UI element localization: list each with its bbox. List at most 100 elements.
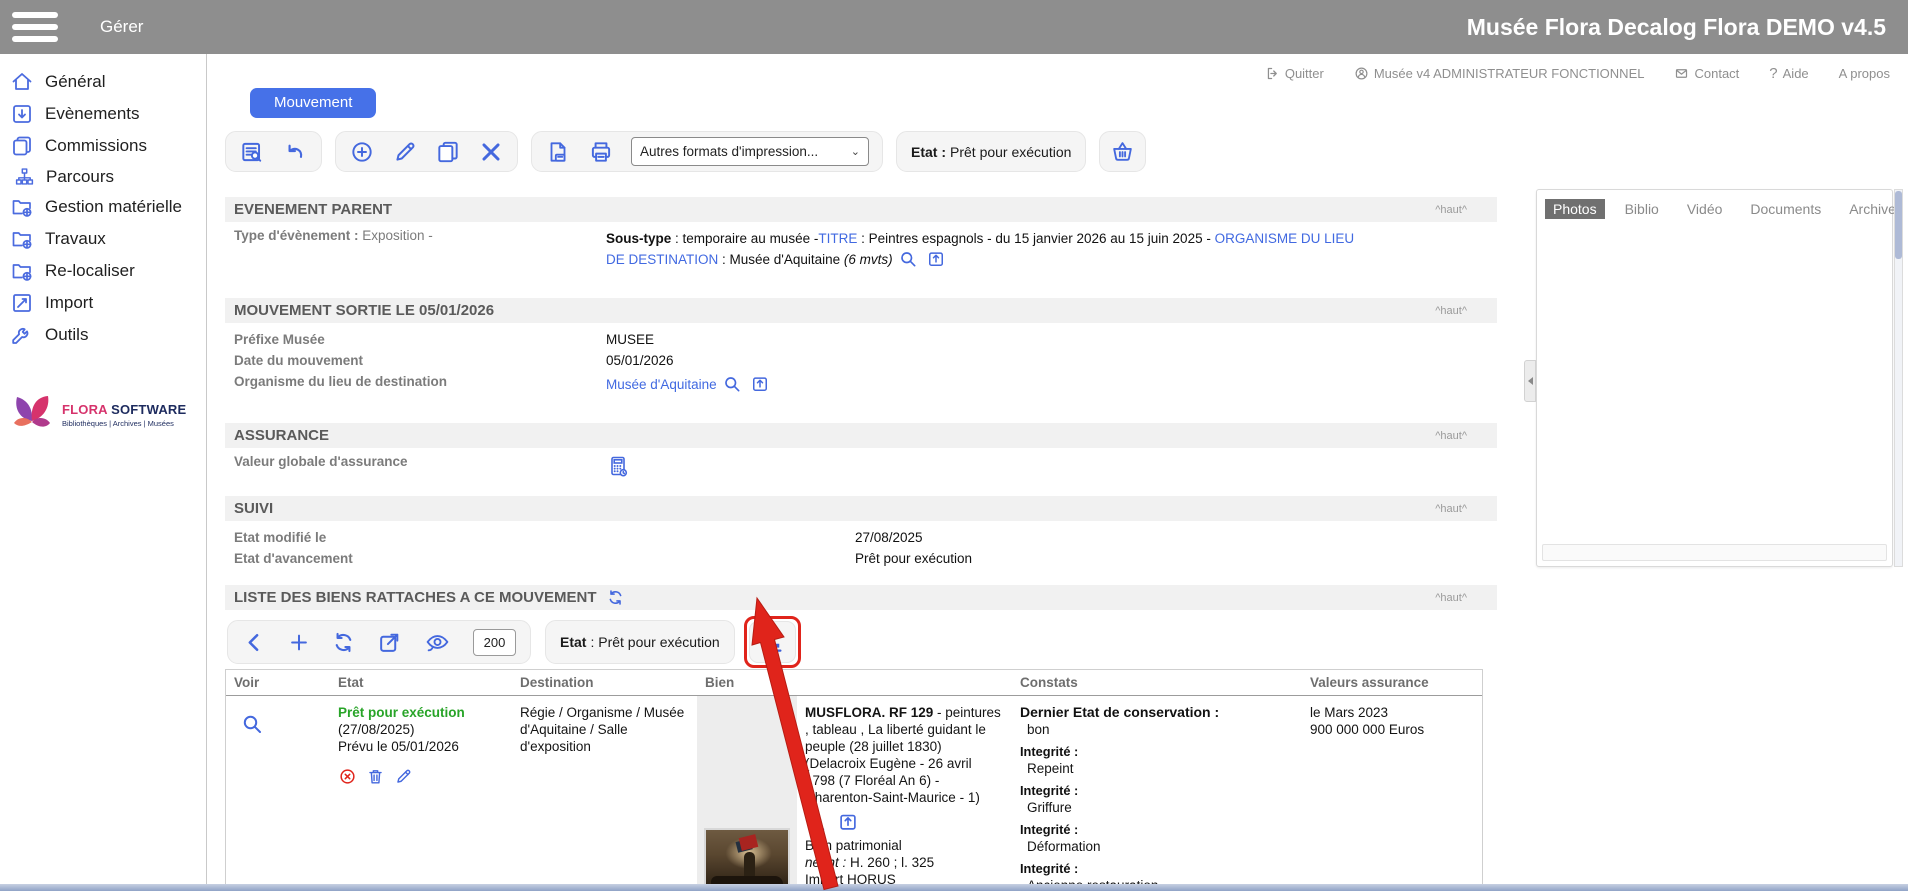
section-title: MOUVEMENT SORTIE LE 05/01/2026 bbox=[234, 302, 495, 319]
home-icon bbox=[10, 70, 34, 94]
sidebar-item-general[interactable]: Général bbox=[0, 66, 206, 98]
duplicate-icon[interactable] bbox=[435, 139, 461, 165]
titre-link[interactable]: TITRE bbox=[818, 231, 857, 246]
recycle-refresh-icon[interactable] bbox=[331, 630, 356, 655]
chevron-left-icon[interactable] bbox=[242, 630, 267, 655]
field-row-prefixe: Préfixe Musée MUSEE bbox=[225, 329, 1497, 350]
flora-software-logo: FLORA SOFTWARE Bibliothèques | Archives … bbox=[0, 387, 206, 443]
sidebar-item-import[interactable]: Import bbox=[0, 287, 206, 319]
view-search-icon[interactable] bbox=[240, 712, 264, 736]
scrollbar-thumb[interactable] bbox=[1895, 191, 1902, 259]
trash-icon[interactable] bbox=[366, 767, 385, 786]
eye-view-icon[interactable] bbox=[423, 630, 452, 655]
field-row-etat-modifie: Etat modifié le 27/08/2025 bbox=[225, 527, 1497, 548]
tab-biblio[interactable]: Biblio bbox=[1617, 199, 1667, 219]
search-icon[interactable] bbox=[722, 374, 742, 394]
apropos-link[interactable]: A propos bbox=[1839, 66, 1890, 81]
edit-pencil-icon[interactable] bbox=[392, 139, 418, 165]
panel-collapse-handle[interactable] bbox=[1524, 360, 1536, 402]
sidebar-item-gestion-materielle[interactable]: Gestion matérielle bbox=[0, 191, 206, 223]
user-account-link[interactable]: Musée v4 ADMINISTRATEUR FONCTIONNEL bbox=[1354, 66, 1644, 81]
constat-label: Integrité : bbox=[1020, 861, 1079, 876]
logo-tagline: Bibliothèques | Archives | Musées bbox=[62, 419, 174, 428]
add-plus-icon[interactable] bbox=[288, 630, 310, 655]
hamburger-menu-icon[interactable] bbox=[12, 12, 58, 42]
sidebar-item-relocaliser[interactable]: Re-localiser bbox=[0, 255, 206, 287]
sidebar-item-label: Outils bbox=[45, 325, 89, 344]
field-row-organisme-destination: Organisme du lieu de destination Musée d… bbox=[225, 371, 1497, 397]
bien-description: - peintures , tableau , La liberté guida… bbox=[805, 705, 1001, 805]
type-evenement-value: Exposition - bbox=[358, 228, 433, 243]
print-format-select[interactable]: Autres formats d'impression... ⌄ bbox=[631, 137, 869, 166]
flora-app-window: Gérer Musée Flora Decalog Flora DEMO v4.… bbox=[0, 0, 1908, 891]
constat-label: Integrité : bbox=[1020, 744, 1079, 759]
field-value: MUSEE bbox=[606, 332, 655, 347]
organisme-text: : Musée d'Aquitaine bbox=[718, 252, 844, 267]
printer-icon[interactable] bbox=[588, 139, 614, 165]
bottom-scroll-bar[interactable] bbox=[0, 884, 1908, 891]
open-record-icon[interactable] bbox=[926, 249, 946, 269]
haut-anchor[interactable]: ^haut^ bbox=[1435, 592, 1467, 604]
calculator-icon[interactable] bbox=[606, 454, 630, 478]
field-label: Date du mouvement bbox=[234, 353, 364, 368]
constat-value: bon bbox=[1027, 722, 1050, 737]
media-panel: Photos Biblio Vidéo Documents Archives bbox=[1536, 189, 1903, 567]
open-record-icon[interactable] bbox=[837, 811, 859, 833]
stamp-button[interactable] bbox=[743, 616, 801, 668]
user-icon bbox=[1354, 66, 1369, 81]
haut-anchor[interactable]: ^haut^ bbox=[1435, 204, 1467, 216]
section-title: EVENEMENT PARENT bbox=[234, 201, 393, 218]
haut-anchor[interactable]: ^haut^ bbox=[1435, 430, 1467, 442]
sidebar-item-commissions[interactable]: Commissions bbox=[0, 130, 206, 162]
undo-icon[interactable] bbox=[282, 139, 308, 165]
add-icon[interactable] bbox=[349, 139, 375, 165]
top-bar: Gérer Musée Flora Decalog Flora DEMO v4.… bbox=[0, 0, 1908, 54]
sidebar-item-outils[interactable]: Outils bbox=[0, 319, 206, 351]
field-label: Etat d'avancement bbox=[234, 551, 353, 566]
row-count-input[interactable] bbox=[473, 628, 516, 656]
vertical-scrollbar[interactable] bbox=[1894, 189, 1903, 567]
musee-aquitaine-link[interactable]: Musée d'Aquitaine bbox=[606, 377, 717, 392]
tab-photos[interactable]: Photos bbox=[1545, 199, 1605, 219]
haut-anchor[interactable]: ^haut^ bbox=[1435, 305, 1467, 317]
media-tabs: Photos Biblio Vidéo Documents Archives bbox=[1537, 190, 1903, 225]
tab-documents[interactable]: Documents bbox=[1742, 199, 1829, 219]
delete-x-icon[interactable] bbox=[478, 139, 504, 165]
haut-anchor[interactable]: ^haut^ bbox=[1435, 503, 1467, 515]
bien-title: MUSFLORA. RF 129 bbox=[805, 705, 934, 720]
artwork-thumbnail[interactable] bbox=[704, 828, 790, 891]
field-value: 05/01/2026 bbox=[606, 353, 674, 368]
search-icon[interactable] bbox=[805, 811, 827, 833]
commissions-icon bbox=[10, 134, 34, 158]
field-value: Prêt pour exécution bbox=[855, 551, 973, 566]
field-label: Organisme du lieu de destination bbox=[234, 374, 448, 389]
print-document-icon[interactable] bbox=[545, 139, 571, 165]
contact-link[interactable]: Contact bbox=[1674, 66, 1739, 81]
evenement-parent-row: Type d'évènement : Exposition - Sous-typ… bbox=[225, 222, 1497, 278]
flora-brand: FLORA bbox=[62, 402, 108, 417]
sidebar-item-parcours[interactable]: Parcours bbox=[0, 162, 206, 191]
cancel-circle-x-icon[interactable] bbox=[338, 767, 357, 786]
field-label: Préfixe Musée bbox=[234, 332, 325, 347]
basket-button[interactable] bbox=[1099, 131, 1147, 172]
etat-label: Etat bbox=[560, 634, 587, 650]
sidebar-item-evenements[interactable]: Evènements bbox=[0, 98, 206, 130]
sidebar-item-label: Général bbox=[45, 72, 106, 91]
search-icon[interactable] bbox=[898, 249, 918, 269]
constats-cell: Dernier Etat de conservation : bon Integr… bbox=[1012, 696, 1302, 891]
toolbar-group-edit bbox=[335, 131, 518, 172]
tab-video[interactable]: Vidéo bbox=[1679, 199, 1731, 219]
external-open-icon[interactable] bbox=[377, 630, 402, 655]
tab-mouvement[interactable]: Mouvement bbox=[250, 88, 377, 118]
list-search-icon[interactable] bbox=[239, 139, 265, 165]
bien-thumbnail-cell bbox=[697, 696, 797, 891]
quitter-link[interactable]: Quitter bbox=[1265, 66, 1324, 81]
aide-link[interactable]: ? Aide bbox=[1769, 65, 1808, 82]
refresh-icon[interactable] bbox=[606, 588, 625, 607]
biens-table-header: Voir Etat Destination Bien Constats Vale… bbox=[226, 670, 1482, 696]
menu-gerer-label[interactable]: Gérer bbox=[100, 17, 143, 37]
edit-pencil-icon[interactable] bbox=[394, 767, 413, 786]
sidebar-item-travaux[interactable]: Travaux bbox=[0, 223, 206, 255]
open-record-icon[interactable] bbox=[750, 374, 770, 394]
app-title: Musée Flora Decalog Flora DEMO v4.5 bbox=[1466, 13, 1886, 40]
